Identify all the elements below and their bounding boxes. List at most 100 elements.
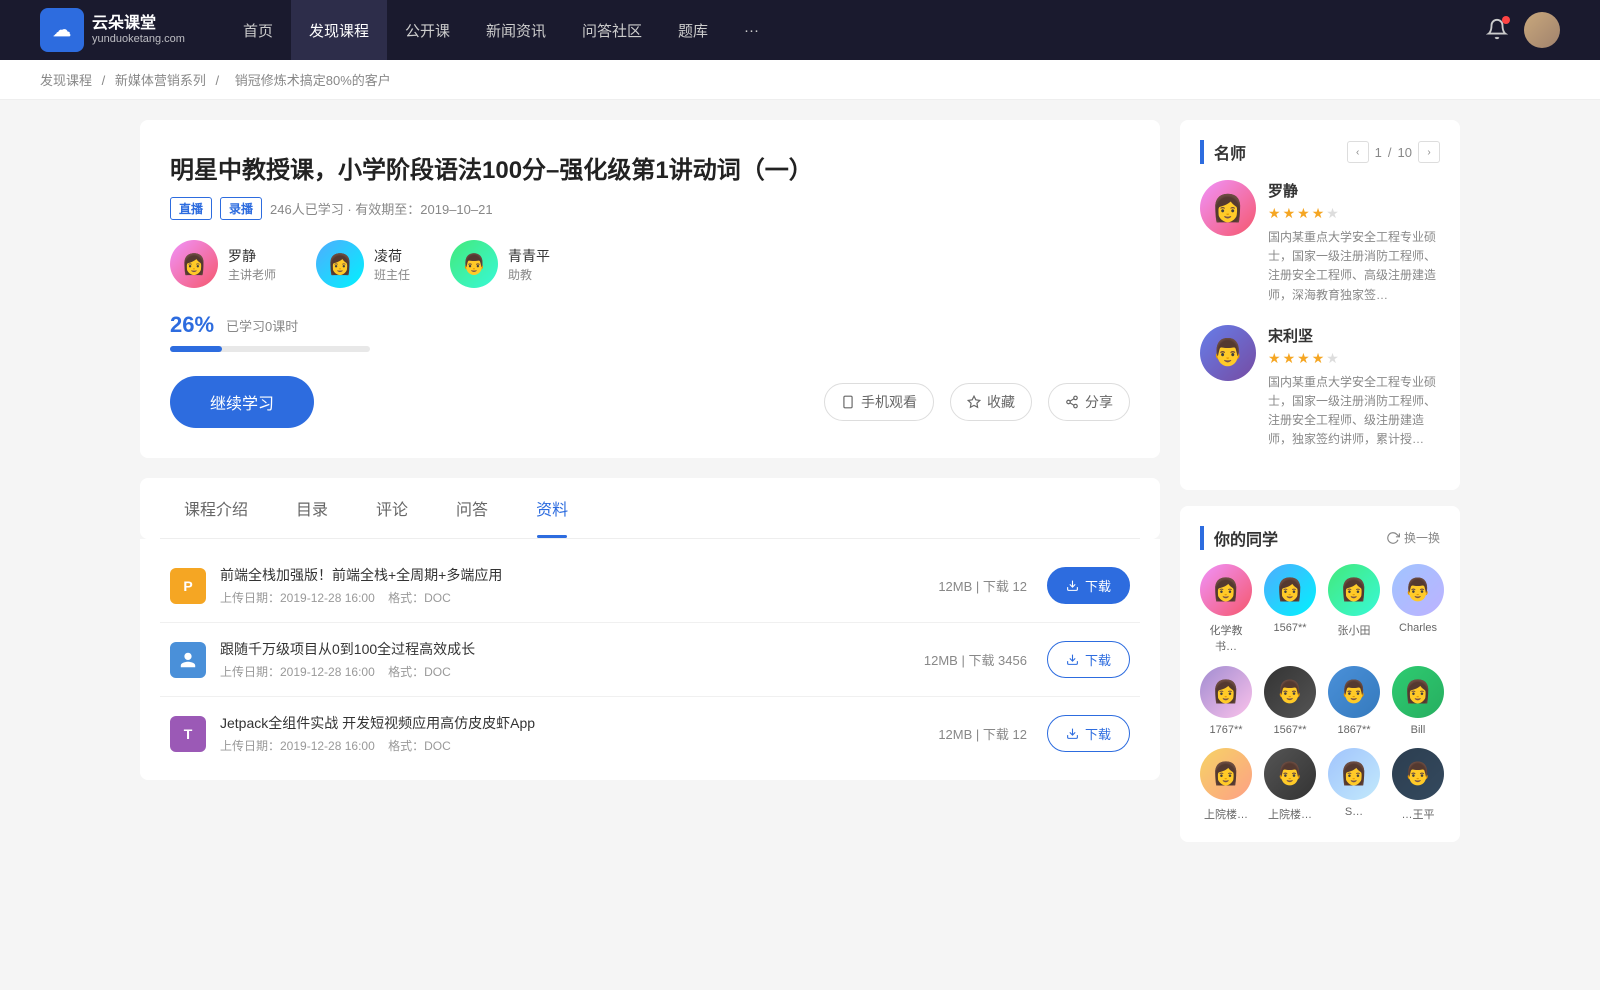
tab-catalog[interactable]: 目录 <box>272 478 352 538</box>
download-button-0[interactable]: 下载 <box>1047 567 1130 604</box>
favorite-button[interactable]: 收藏 <box>950 383 1032 421</box>
teachers-panel-title: 名师 <box>1200 140 1246 164</box>
breadcrumb-link-1[interactable]: 发现课程 <box>40 73 92 88</box>
progress-text: 已学习0课时 <box>226 316 298 335</box>
resource-stats-1: 12MB | 下载 3456 <box>924 650 1027 669</box>
user-avatar-nav[interactable] <box>1524 12 1560 48</box>
teacher-desc-0: 国内某重点大学安全工程专业硕士，国家一级注册消防工程师、注册安全工程师、高级注册… <box>1268 228 1440 305</box>
resource-item-1: 跟随千万级项目从0到100全过程高效成长 上传日期：2019-12-28 16:… <box>160 623 1140 697</box>
teachers-panel-nav: ‹ 1/10 › <box>1347 141 1440 163</box>
classmate-9[interactable]: 👨 上院楼… <box>1264 748 1316 822</box>
logo-text: 云朵课堂 yunduoketang.com <box>92 14 185 46</box>
classmates-panel: 你的同学 换一换 👩 化学教书… 👩 1567** 👩 张小 <box>1180 506 1460 842</box>
classmate-name-5: 1567** <box>1273 724 1306 736</box>
classmate-4[interactable]: 👩 1767** <box>1200 666 1252 736</box>
download-button-1[interactable]: 下载 <box>1047 641 1130 678</box>
classmate-name-7: Bill <box>1411 724 1426 736</box>
teacher-desc-1: 国内某重点大学安全工程专业硕士，国家一级注册消防工程师、注册安全工程师、级注册建… <box>1268 373 1440 450</box>
progress-bar-bg <box>170 346 370 352</box>
classmate-8[interactable]: 👩 上院楼… <box>1200 748 1252 822</box>
classmate-name-4: 1767** <box>1209 724 1242 736</box>
download-button-2[interactable]: 下载 <box>1047 715 1130 752</box>
classmate-name-2: 张小田 <box>1338 622 1371 638</box>
classmate-3[interactable]: 👨 Charles <box>1392 564 1444 654</box>
classmate-5[interactable]: 👨 1567** <box>1264 666 1316 736</box>
classmate-avatar-8: 👩 <box>1200 748 1252 800</box>
resource-icon-1 <box>170 642 206 678</box>
classmate-avatar-11: 👨 <box>1392 748 1444 800</box>
resource-info-1: 跟随千万级项目从0到100全过程高效成长 上传日期：2019-12-28 16:… <box>220 639 924 680</box>
classmate-avatar-2: 👩 <box>1328 564 1380 616</box>
classmate-1[interactable]: 👩 1567** <box>1264 564 1316 654</box>
resource-list: P 前端全栈加强版！前端全栈+全周期+多端应用 上传日期：2019-12-28 … <box>140 539 1160 780</box>
share-button[interactable]: 分享 <box>1048 383 1130 421</box>
teachers-panel: 名师 ‹ 1/10 › 👩 罗静 ★ ★ ★ ★ ★ <box>1180 120 1460 490</box>
nav-item-more[interactable]: ··· <box>726 0 777 60</box>
nav-item-open[interactable]: 公开课 <box>387 0 468 60</box>
classmate-avatar-4: 👩 <box>1200 666 1252 718</box>
nav-item-news[interactable]: 新闻资讯 <box>468 0 564 60</box>
refresh-classmates-button[interactable]: 换一换 <box>1386 529 1440 546</box>
course-info: 246人已学习 · 有效期至：2019–10–21 <box>270 199 493 218</box>
teachers-prev-button[interactable]: ‹ <box>1347 141 1369 163</box>
teacher-avatar-1: 👨 <box>1200 325 1256 381</box>
classmate-11[interactable]: 👨 …王平 <box>1392 748 1444 822</box>
resource-icon-2: T <box>170 716 206 752</box>
classmate-name-0: 化学教书… <box>1200 622 1252 654</box>
resource-name-0: 前端全栈加强版！前端全栈+全周期+多端应用 <box>220 565 938 585</box>
classmate-avatar-9: 👨 <box>1264 748 1316 800</box>
instructor-0: 👩 罗静 主讲老师 <box>170 240 276 288</box>
breadcrumb-link-2[interactable]: 新媒体营销系列 <box>115 73 206 88</box>
teachers-panel-header: 名师 ‹ 1/10 › <box>1200 140 1440 164</box>
teacher-stars-0: ★ ★ ★ ★ ★ <box>1268 205 1440 222</box>
teacher-stars-1: ★ ★ ★ ★ ★ <box>1268 350 1440 367</box>
notification-dot <box>1502 16 1510 24</box>
tab-intro[interactable]: 课程介绍 <box>160 478 272 538</box>
mobile-watch-button[interactable]: 手机观看 <box>824 383 934 421</box>
classmate-7[interactable]: 👩 Bill <box>1392 666 1444 736</box>
left-panel: 明星中教授课，小学阶段语法100分–强化级第1讲动词（一） 直播 录播 246人… <box>140 120 1160 858</box>
actions-row: 继续学习 手机观看 收藏 分享 <box>170 376 1130 428</box>
teachers-next-button[interactable]: › <box>1418 141 1440 163</box>
resource-info-2: Jetpack全组件实战 开发短视频应用高仿皮皮虾App 上传日期：2019-1… <box>220 713 938 754</box>
resource-item-0: P 前端全栈加强版！前端全栈+全周期+多端应用 上传日期：2019-12-28 … <box>160 549 1140 623</box>
nav-item-home[interactable]: 首页 <box>225 0 291 60</box>
action-buttons: 手机观看 收藏 分享 <box>824 383 1130 421</box>
breadcrumb-current: 销冠修炼术搞定80%的客户 <box>235 73 391 88</box>
nav-item-qa[interactable]: 问答社区 <box>564 0 660 60</box>
classmate-name-9: 上院楼… <box>1268 806 1312 822</box>
classmate-name-11: …王平 <box>1402 806 1435 822</box>
instructor-avatar-1: 👩 <box>316 240 364 288</box>
nav-item-discover[interactable]: 发现课程 <box>291 0 387 60</box>
classmate-10[interactable]: 👩 S… <box>1328 748 1380 822</box>
course-card: 明星中教授课，小学阶段语法100分–强化级第1讲动词（一） 直播 录播 246人… <box>140 120 1160 458</box>
teacher-item-0: 👩 罗静 ★ ★ ★ ★ ★ 国内某重点大学安全工程专业硕士，国家一级注册消防工… <box>1200 180 1440 305</box>
instructor-role-0: 主讲老师 <box>228 266 276 283</box>
resource-name-2: Jetpack全组件实战 开发短视频应用高仿皮皮虾App <box>220 713 938 733</box>
continue-learning-button[interactable]: 继续学习 <box>170 376 314 428</box>
main-content: 明星中教授课，小学阶段语法100分–强化级第1讲动词（一） 直播 录播 246人… <box>100 120 1500 858</box>
tab-resources[interactable]: 资料 <box>512 478 592 538</box>
classmate-6[interactable]: 👨 1867** <box>1328 666 1380 736</box>
nav-item-quiz[interactable]: 题库 <box>660 0 726 60</box>
badge-replay: 录播 <box>220 197 262 220</box>
tab-qa[interactable]: 问答 <box>432 478 512 538</box>
logo[interactable]: ☁ 云朵课堂 yunduoketang.com <box>40 8 185 52</box>
navbar: ☁ 云朵课堂 yunduoketang.com 首页 发现课程 公开课 新闻资讯… <box>0 0 1600 60</box>
tab-review[interactable]: 评论 <box>352 478 432 538</box>
resource-icon-0: P <box>170 568 206 604</box>
classmate-name-6: 1867** <box>1337 724 1370 736</box>
resource-meta-0: 上传日期：2019-12-28 16:00 格式：DOC <box>220 589 938 606</box>
classmates-title: 你的同学 <box>1200 526 1278 550</box>
instructor-name-0: 罗静 <box>228 246 276 266</box>
instructor-avatar-2: 👨 <box>450 240 498 288</box>
tabs-container: 课程介绍 目录 评论 问答 资料 <box>140 478 1160 539</box>
classmate-0[interactable]: 👩 化学教书… <box>1200 564 1252 654</box>
instructor-avatar-0: 👩 <box>170 240 218 288</box>
classmate-avatar-3: 👨 <box>1392 564 1444 616</box>
bell-icon[interactable] <box>1486 18 1508 43</box>
classmate-name-1: 1567** <box>1273 622 1306 634</box>
teacher-info-0: 罗静 ★ ★ ★ ★ ★ 国内某重点大学安全工程专业硕士，国家一级注册消防工程师… <box>1268 180 1440 305</box>
classmate-2[interactable]: 👩 张小田 <box>1328 564 1380 654</box>
classmate-avatar-5: 👨 <box>1264 666 1316 718</box>
